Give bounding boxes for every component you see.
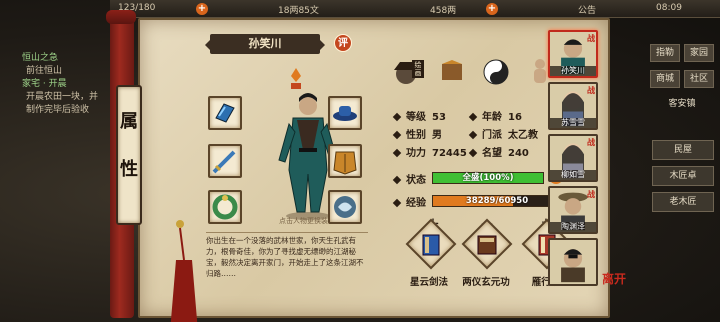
leave-stamp-button[interactable]: 离开: [602, 270, 626, 287]
quest-title: 恒山之急: [22, 53, 59, 63]
menu-button[interactable]: 社区: [684, 70, 714, 88]
painting-label: 绘画: [412, 60, 424, 78]
exp-bar: 38289/60950: [432, 195, 562, 207]
tab-char: 属: [120, 111, 138, 132]
quest-tracker[interactable]: 恒山之急 前往恒山 家宅 · 开晨 开晨农田一块，并 制作完毕后验收: [0, 52, 110, 117]
stat-fame: 名望 240: [468, 144, 529, 159]
roster-name: 陶渊泽: [550, 222, 596, 232]
sword-icon: [212, 150, 236, 174]
roster-character[interactable]: 战 陶渊泽: [548, 186, 598, 234]
equip-slot-weapon[interactable]: [208, 144, 242, 178]
stat-power: 功力 72445: [392, 144, 467, 159]
quest-line: 前往恒山: [26, 66, 63, 76]
book-icon: [442, 60, 462, 80]
equip-slot-armguard[interactable]: [208, 96, 242, 130]
ring-icon: [212, 194, 238, 220]
quest-line: 开晨农田一块，并: [26, 92, 99, 102]
roster-name: 柳如雪: [550, 170, 596, 180]
stat-sect: 门派 太乙教: [468, 126, 538, 141]
status-text: 全盛(100%): [462, 173, 514, 183]
menu-button[interactable]: 家园: [684, 44, 714, 62]
quest-title: 家宅 · 开晨: [22, 79, 67, 89]
roster-character[interactable]: 战 柳如雪: [548, 134, 598, 182]
equip-slot-accessory[interactable]: [328, 190, 362, 224]
roster-character[interactable]: 战 苏雪雪: [548, 82, 598, 130]
location-button[interactable]: 民屋: [652, 140, 714, 160]
battle-flag-icon: 战: [587, 138, 595, 147]
location-label: 客安镇: [668, 99, 696, 109]
attribute-scroll[interactable]: [436, 56, 468, 90]
roster-character[interactable]: 战 孙笑川: [548, 30, 598, 78]
roster-name: 苏雪雪: [550, 118, 596, 128]
status-bar: 全盛(100%): [432, 172, 544, 184]
equip-slot-armor[interactable]: [328, 144, 362, 178]
stat-gender: 性别男: [392, 126, 442, 141]
skill-slot-1[interactable]: [404, 218, 457, 272]
quest-line: 制作完毕后验收: [26, 105, 90, 115]
pendant-icon: [334, 196, 356, 218]
equip-slot-ring[interactable]: [208, 190, 242, 224]
menu-button[interactable]: 商城: [650, 70, 680, 88]
battle-flag-icon: 战: [587, 190, 595, 199]
scroll-tassel: [170, 220, 200, 322]
clock-text: 08:09: [656, 3, 682, 13]
stat-status-label: 状态: [392, 171, 432, 186]
sect-emblem-icon: [289, 68, 303, 90]
attribute-taiji[interactable]: [480, 56, 512, 90]
rate-button[interactable]: 评: [334, 34, 352, 52]
roster-character[interactable]: [548, 238, 598, 286]
battle-flag-icon: 战: [587, 86, 595, 95]
character-scroll-panel: 孙笑川 评 点击人物更换装饰 绘画 等级 53 年龄 16 性别 男 门派 太乙…: [98, 10, 610, 322]
scroll-paper: 孙笑川 评 点击人物更换装饰 绘画 等级 53 年龄 16 性别 男 门派 太乙…: [138, 18, 610, 318]
equip-slot-headgear[interactable]: [328, 96, 362, 130]
hat-icon: [333, 106, 357, 121]
skill-book-icon: [477, 235, 497, 255]
roster-name: 孙笑川: [550, 66, 596, 76]
stat-exp-label: 经验: [392, 194, 432, 209]
menu-button[interactable]: 指勒: [650, 44, 680, 62]
armor-icon: [333, 151, 357, 175]
character-name: 孙笑川: [205, 34, 325, 54]
stat-level: 等级 53: [392, 108, 446, 123]
location-button[interactable]: 木匠卓: [652, 166, 714, 186]
character-bio: 你出生在一个没落的武林世家，你天生孔武有力，根骨奇佳，你为了寻找虚无缥缈的江湖秘…: [206, 232, 368, 280]
taiji-icon: [483, 59, 509, 85]
bracer-icon: [215, 103, 235, 123]
scroll-rod-cap: [106, 10, 136, 24]
skill-slot-2[interactable]: [460, 218, 513, 272]
battle-flag-icon: 战: [587, 34, 595, 43]
tab-attributes[interactable]: 属 性: [116, 85, 142, 225]
tab-char: 性: [120, 159, 138, 180]
skill-book-icon: [422, 234, 440, 256]
location-button[interactable]: 老木匠: [652, 192, 714, 212]
stat-age: 年龄 16: [468, 108, 522, 123]
exp-text: 38289/60950: [465, 196, 529, 206]
